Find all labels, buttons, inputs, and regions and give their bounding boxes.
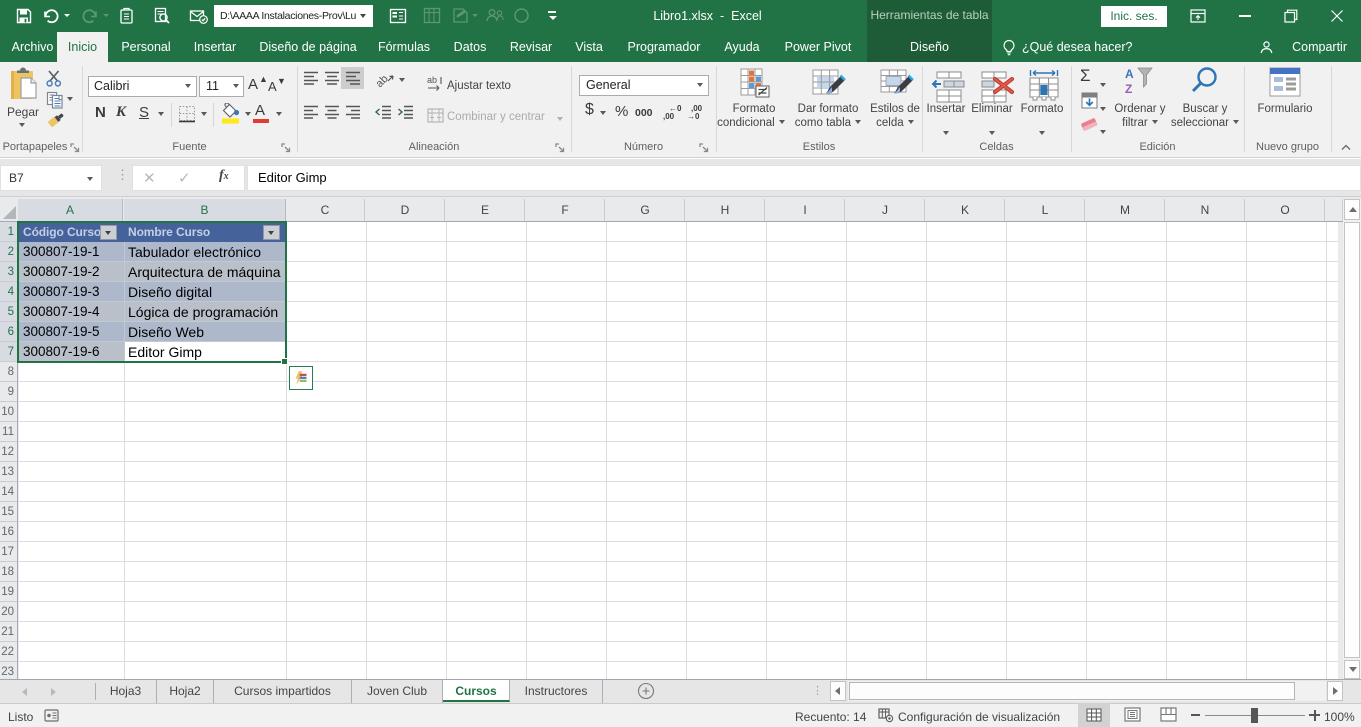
- svg-text:ab: ab: [427, 75, 437, 85]
- svg-text:Z: Z: [1125, 82, 1132, 96]
- svg-text:A: A: [1125, 67, 1134, 81]
- svg-text:→0: →0: [687, 112, 700, 121]
- svg-text:,00: ,00: [663, 112, 675, 121]
